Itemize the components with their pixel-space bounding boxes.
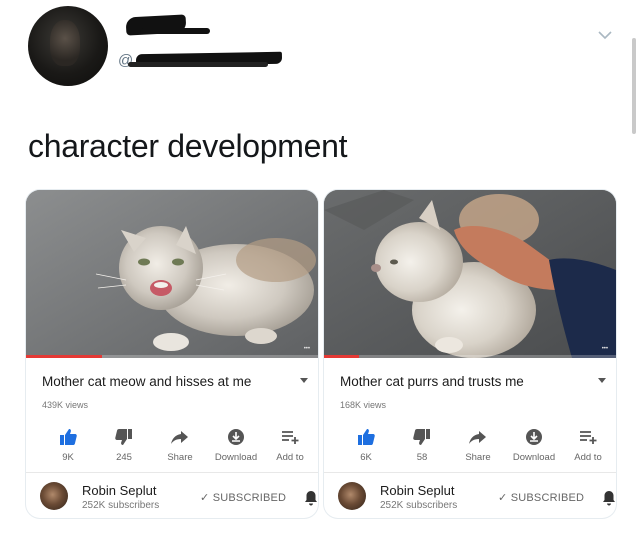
caret-down-icon[interactable] bbox=[598, 378, 606, 383]
add-to-label: Add to bbox=[276, 452, 304, 463]
add-to-playlist-icon bbox=[580, 431, 597, 444]
divider bbox=[324, 472, 616, 473]
redacted-handle-strike bbox=[128, 62, 268, 67]
channel-subscribers: 252K subscribers bbox=[380, 500, 458, 511]
check-icon: ✓ bbox=[200, 492, 210, 504]
avatar-face bbox=[50, 20, 80, 66]
download-label: Download bbox=[512, 452, 556, 463]
dislike-count: 58 bbox=[416, 452, 428, 463]
share-label: Share bbox=[167, 452, 193, 463]
share-icon bbox=[171, 431, 188, 444]
video-progress-bar[interactable] bbox=[26, 355, 318, 358]
download-label: Download bbox=[214, 452, 258, 463]
tweet-author-handle[interactable]: @ bbox=[118, 51, 283, 70]
download-icon bbox=[228, 429, 244, 445]
bell-icon[interactable] bbox=[602, 490, 616, 506]
add-to-label: Add to bbox=[574, 452, 602, 463]
video-actions: 6K 58 Share Download Add to bbox=[330, 426, 612, 466]
redacted-display-name-underline bbox=[140, 28, 210, 34]
bell-icon[interactable] bbox=[304, 490, 318, 506]
download-button[interactable]: Download bbox=[208, 426, 264, 466]
divider bbox=[26, 472, 318, 473]
like-count: 6K bbox=[360, 452, 372, 463]
thumbs-down-icon bbox=[413, 429, 430, 445]
add-to-button[interactable]: Add to bbox=[262, 426, 318, 466]
video-thumbnail[interactable]: ••• bbox=[26, 190, 318, 358]
channel-name[interactable]: Robin Seplut bbox=[380, 483, 454, 498]
subscribed-button[interactable]: ✓ SUBSCRIBED bbox=[200, 491, 286, 504]
download-button[interactable]: Download bbox=[506, 426, 562, 466]
scrollbar[interactable] bbox=[632, 38, 636, 134]
thumbs-down-icon bbox=[115, 429, 132, 445]
video-progress-fill bbox=[26, 355, 102, 358]
tweet-author-avatar[interactable] bbox=[28, 6, 108, 86]
chevron-down-icon[interactable] bbox=[596, 26, 614, 44]
video-title[interactable]: Mother cat meow and hisses at me bbox=[42, 374, 251, 389]
video-progress-bar[interactable] bbox=[324, 355, 616, 358]
channel-avatar[interactable] bbox=[40, 482, 68, 510]
subscribed-label: SUBSCRIBED bbox=[212, 492, 287, 504]
video-watermark: ••• bbox=[303, 346, 310, 352]
like-count: 9K bbox=[62, 452, 74, 463]
channel-name[interactable]: Robin Seplut bbox=[82, 483, 156, 498]
share-button[interactable]: Share bbox=[152, 426, 208, 466]
subscribed-button[interactable]: ✓ SUBSCRIBED bbox=[498, 491, 584, 504]
share-label: Share bbox=[465, 452, 491, 463]
tweet-text: character development bbox=[28, 128, 348, 164]
thumbs-up-icon bbox=[358, 429, 375, 445]
video-thumbnail[interactable]: ••• bbox=[324, 190, 616, 358]
video-watermark: ••• bbox=[601, 346, 608, 352]
download-icon bbox=[526, 429, 542, 445]
video-progress-fill bbox=[324, 355, 360, 358]
check-icon: ✓ bbox=[498, 492, 508, 504]
video-title[interactable]: Mother cat purrs and trusts me bbox=[340, 374, 524, 389]
channel-subscribers: 252K subscribers bbox=[82, 500, 160, 511]
petted-cat-image bbox=[324, 190, 616, 358]
thumbs-up-icon bbox=[60, 429, 77, 445]
caret-down-icon[interactable] bbox=[300, 378, 308, 383]
video-card-purrs[interactable]: ••• Mother cat purrs and trusts me 168K … bbox=[324, 190, 616, 518]
video-card-hisses[interactable]: ••• Mother cat meow and hisses at me 439… bbox=[26, 190, 318, 518]
like-button[interactable]: 6K bbox=[338, 426, 394, 466]
share-button[interactable]: Share bbox=[450, 426, 506, 466]
like-button[interactable]: 9K bbox=[40, 426, 96, 466]
dislike-count: 245 bbox=[116, 452, 132, 463]
share-icon bbox=[469, 431, 486, 444]
dislike-button[interactable]: 245 bbox=[96, 426, 152, 466]
hissing-cat-image bbox=[26, 190, 318, 358]
channel-avatar[interactable] bbox=[338, 482, 366, 510]
video-actions: 9K 245 Share Download Add to bbox=[32, 426, 314, 466]
subscribed-label: SUBSCRIBED bbox=[510, 492, 585, 504]
add-to-playlist-icon bbox=[282, 431, 299, 444]
video-views: 168K views bbox=[340, 400, 387, 410]
video-views: 439K views bbox=[42, 400, 89, 410]
add-to-button[interactable]: Add to bbox=[560, 426, 616, 466]
dislike-button[interactable]: 58 bbox=[394, 426, 450, 466]
